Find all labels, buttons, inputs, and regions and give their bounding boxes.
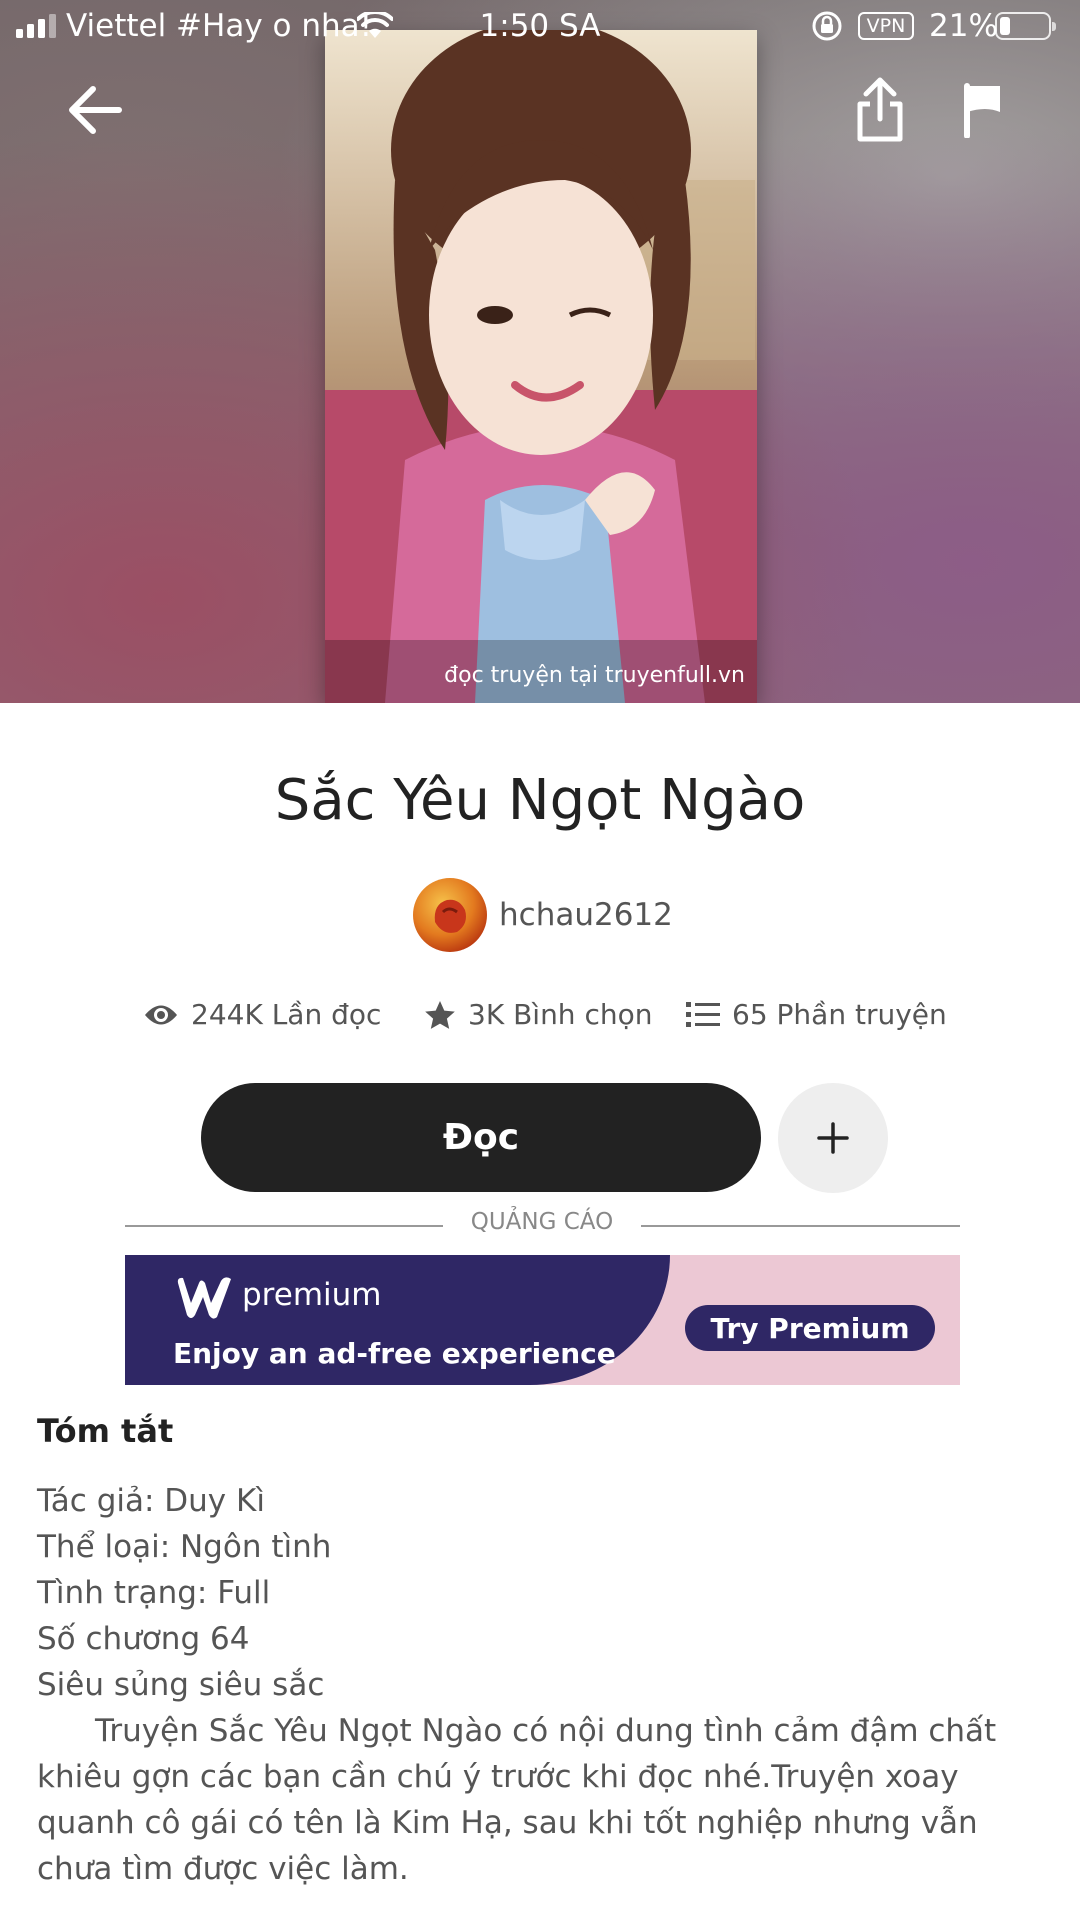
story-cover-image: đọc truyện tại truyenfull.vn — [325, 30, 757, 703]
summary-section: Tóm tắt Tác giả: Duy Kì Thể loại: Ngôn t… — [37, 1412, 1047, 1892]
battery-percentage: 21% — [929, 8, 998, 44]
vpn-badge: VPN — [858, 12, 914, 40]
parts-count: 65 Phần truyện — [732, 998, 947, 1031]
votes-count: 3K Bình chọn — [468, 998, 653, 1031]
divider-line-left — [125, 1225, 443, 1227]
hero-background: Viettel #Hay o nha! 1:50 SA VPN 21% đọc … — [0, 0, 1080, 703]
rotation-lock-icon — [812, 11, 842, 41]
author-link[interactable]: hchau2612 — [413, 878, 673, 952]
report-button[interactable] — [942, 70, 1022, 150]
wattpad-logo-icon — [177, 1277, 231, 1319]
clock: 1:50 SA — [479, 8, 601, 44]
summary-tagline: Siêu sủng siêu sắc — [37, 1667, 325, 1703]
premium-word: premium — [242, 1277, 382, 1313]
arrow-left-icon — [69, 86, 122, 134]
ad-tagline: Enjoy an ad-free experience — [173, 1337, 616, 1370]
share-button[interactable] — [840, 70, 920, 150]
story-title: Sắc Yêu Ngọt Ngào — [274, 768, 806, 833]
add-to-library-button[interactable] — [778, 1083, 888, 1193]
battery-fill — [1000, 17, 1010, 35]
read-button[interactable]: Đọc — [201, 1083, 761, 1192]
summary-paragraph: Truyện Sắc Yêu Ngọt Ngào có nội dung tìn… — [37, 1713, 997, 1887]
author-name: hchau2612 — [499, 897, 673, 933]
summary-author: Tác giả: Duy Kì — [37, 1483, 265, 1519]
author-avatar — [413, 878, 487, 952]
eye-icon — [145, 1005, 177, 1024]
flag-icon — [964, 83, 1000, 138]
summary-status: Tình trạng: Full — [37, 1575, 271, 1611]
premium-ad-banner[interactable]: premium Enjoy an ad-free experience Try … — [125, 1255, 960, 1385]
back-button[interactable] — [50, 70, 140, 150]
summary-genre: Thể loại: Ngôn tình — [37, 1529, 332, 1565]
cover-watermark: đọc truyện tại truyenfull.vn — [444, 663, 745, 688]
status-bar: Viettel #Hay o nha! 1:50 SA VPN 21% — [0, 0, 1080, 56]
try-premium-button[interactable]: Try Premium — [685, 1305, 935, 1351]
reads-stat: 244K Lần đọc — [143, 998, 381, 1031]
list-icon — [686, 1001, 720, 1027]
plus-icon — [817, 1122, 849, 1154]
divider-line-right — [641, 1225, 960, 1227]
star-icon — [425, 1000, 455, 1029]
ad-divider: QUẢNG CÁO — [125, 1207, 960, 1243]
share-icon — [857, 77, 903, 142]
reads-count: 244K Lần đọc — [191, 998, 382, 1031]
battery-icon — [995, 12, 1056, 40]
votes-stat: 3K Bình chọn — [424, 998, 652, 1031]
ad-label: QUẢNG CÁO — [470, 1209, 614, 1235]
parts-stat: 65 Phần truyện — [686, 998, 947, 1031]
summary-chapters: Số chương 64 — [37, 1621, 250, 1657]
summary-heading: Tóm tắt — [37, 1412, 174, 1450]
